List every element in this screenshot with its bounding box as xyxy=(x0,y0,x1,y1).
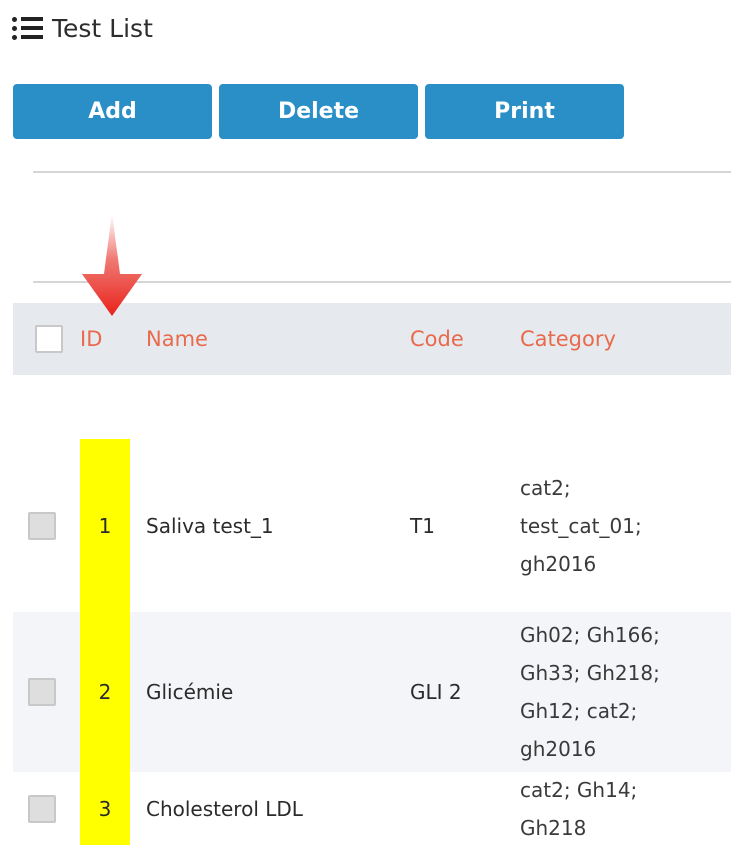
list-icon xyxy=(12,16,44,40)
toolbar: Add Delete Print xyxy=(13,84,624,139)
table-row[interactable]: 3 Cholesterol LDL cat2; Gh14; Gh218 xyxy=(13,772,731,845)
table-row[interactable]: 1 Saliva test_1 T1 cat2; test_cat_01; gh… xyxy=(13,439,731,612)
print-button[interactable]: Print xyxy=(425,84,624,139)
row-id: 2 xyxy=(80,612,130,772)
category-line: gh2016 xyxy=(520,551,597,576)
column-header-id[interactable]: ID xyxy=(80,327,130,351)
category-line: Gh12; cat2; xyxy=(520,699,638,723)
row-category: cat2; test_cat_01; gh2016 xyxy=(520,463,731,589)
table-row[interactable]: 2 Glicémie GLI 2 Gh02; Gh166; Gh33; Gh21… xyxy=(13,612,731,772)
row-checkbox[interactable] xyxy=(28,511,56,540)
test-table: ID Name Code Category 1 Saliva test_1 T1… xyxy=(13,303,731,845)
delete-button[interactable]: Delete xyxy=(219,84,418,139)
row-checkbox[interactable] xyxy=(28,678,56,706)
row-id: 3 xyxy=(80,772,130,845)
row-name: Glicémie xyxy=(146,680,234,704)
page-title-text: Test List xyxy=(52,13,153,43)
row-code: T1 xyxy=(410,513,435,538)
column-header-code[interactable]: Code xyxy=(410,327,520,351)
category-line: cat2; xyxy=(520,475,571,500)
select-all-checkbox[interactable] xyxy=(35,325,63,353)
row-checkbox[interactable] xyxy=(28,794,56,823)
row-category: cat2; Gh14; Gh218 xyxy=(520,765,731,853)
column-header-category[interactable]: Category xyxy=(520,327,731,351)
category-line: Gh218 xyxy=(520,815,587,840)
row-name: Cholesterol LDL xyxy=(146,796,303,821)
category-line: cat2; Gh14; xyxy=(520,777,638,802)
row-code: GLI 2 xyxy=(410,680,462,704)
test-list-page: Test List Add Delete Print ID Name Code … xyxy=(0,0,731,854)
table-spacer xyxy=(13,375,731,439)
category-line: gh2016 xyxy=(520,737,597,761)
row-name: Saliva test_1 xyxy=(146,513,274,538)
page-title: Test List xyxy=(12,10,153,46)
add-button[interactable]: Add xyxy=(13,84,212,139)
divider-top xyxy=(33,171,731,173)
column-header-name[interactable]: Name xyxy=(130,327,410,351)
category-line: Gh02; Gh166; xyxy=(520,623,660,647)
category-line: Gh33; Gh218; xyxy=(520,661,660,685)
row-id: 1 xyxy=(80,439,130,612)
row-category: Gh02; Gh166; Gh33; Gh218; Gh12; cat2; gh… xyxy=(520,610,731,774)
category-line: test_cat_01; xyxy=(520,513,642,538)
arrow-down-icon xyxy=(82,212,142,316)
